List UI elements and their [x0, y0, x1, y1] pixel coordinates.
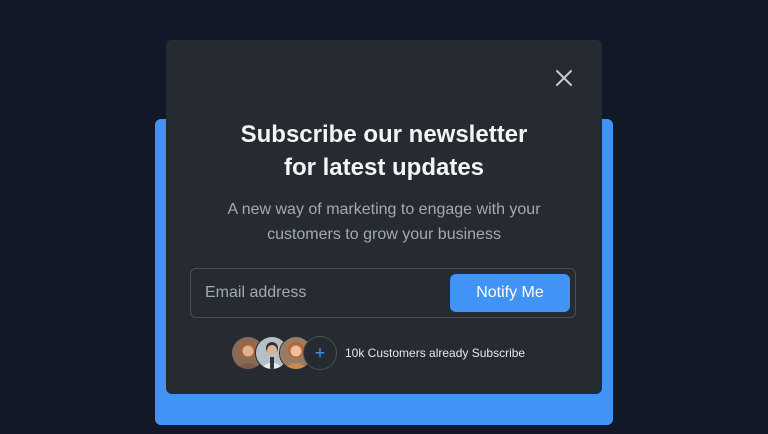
- social-proof: + 10k Customers already Subscribe: [231, 336, 525, 370]
- page-backdrop: Subscribe our newsletter for latest upda…: [0, 0, 768, 434]
- close-icon: [556, 70, 572, 86]
- subscriber-count-text: 10k Customers already Subscribe: [345, 346, 526, 360]
- email-input[interactable]: [205, 269, 445, 317]
- subscribe-form: Notify Me: [190, 268, 576, 318]
- plus-icon: +: [314, 343, 326, 363]
- modal-subtitle-line-1: A new way of marketing to engage with yo…: [227, 201, 541, 218]
- more-avatars-button[interactable]: +: [303, 336, 337, 370]
- avatar-group: +: [231, 336, 339, 370]
- newsletter-modal: Subscribe our newsletter for latest upda…: [166, 40, 602, 394]
- modal-title-line-1: Subscribe our newsletter: [240, 121, 528, 148]
- modal-title: Subscribe our newsletter for latest upda…: [166, 118, 602, 184]
- modal-subtitle-line-2: customers to grow your business: [267, 226, 501, 243]
- close-button[interactable]: [554, 68, 574, 88]
- notify-me-button[interactable]: Notify Me: [450, 274, 570, 312]
- modal-subtitle: A new way of marketing to engage with yo…: [166, 197, 602, 247]
- modal-title-line-2: for latest updates: [283, 154, 485, 181]
